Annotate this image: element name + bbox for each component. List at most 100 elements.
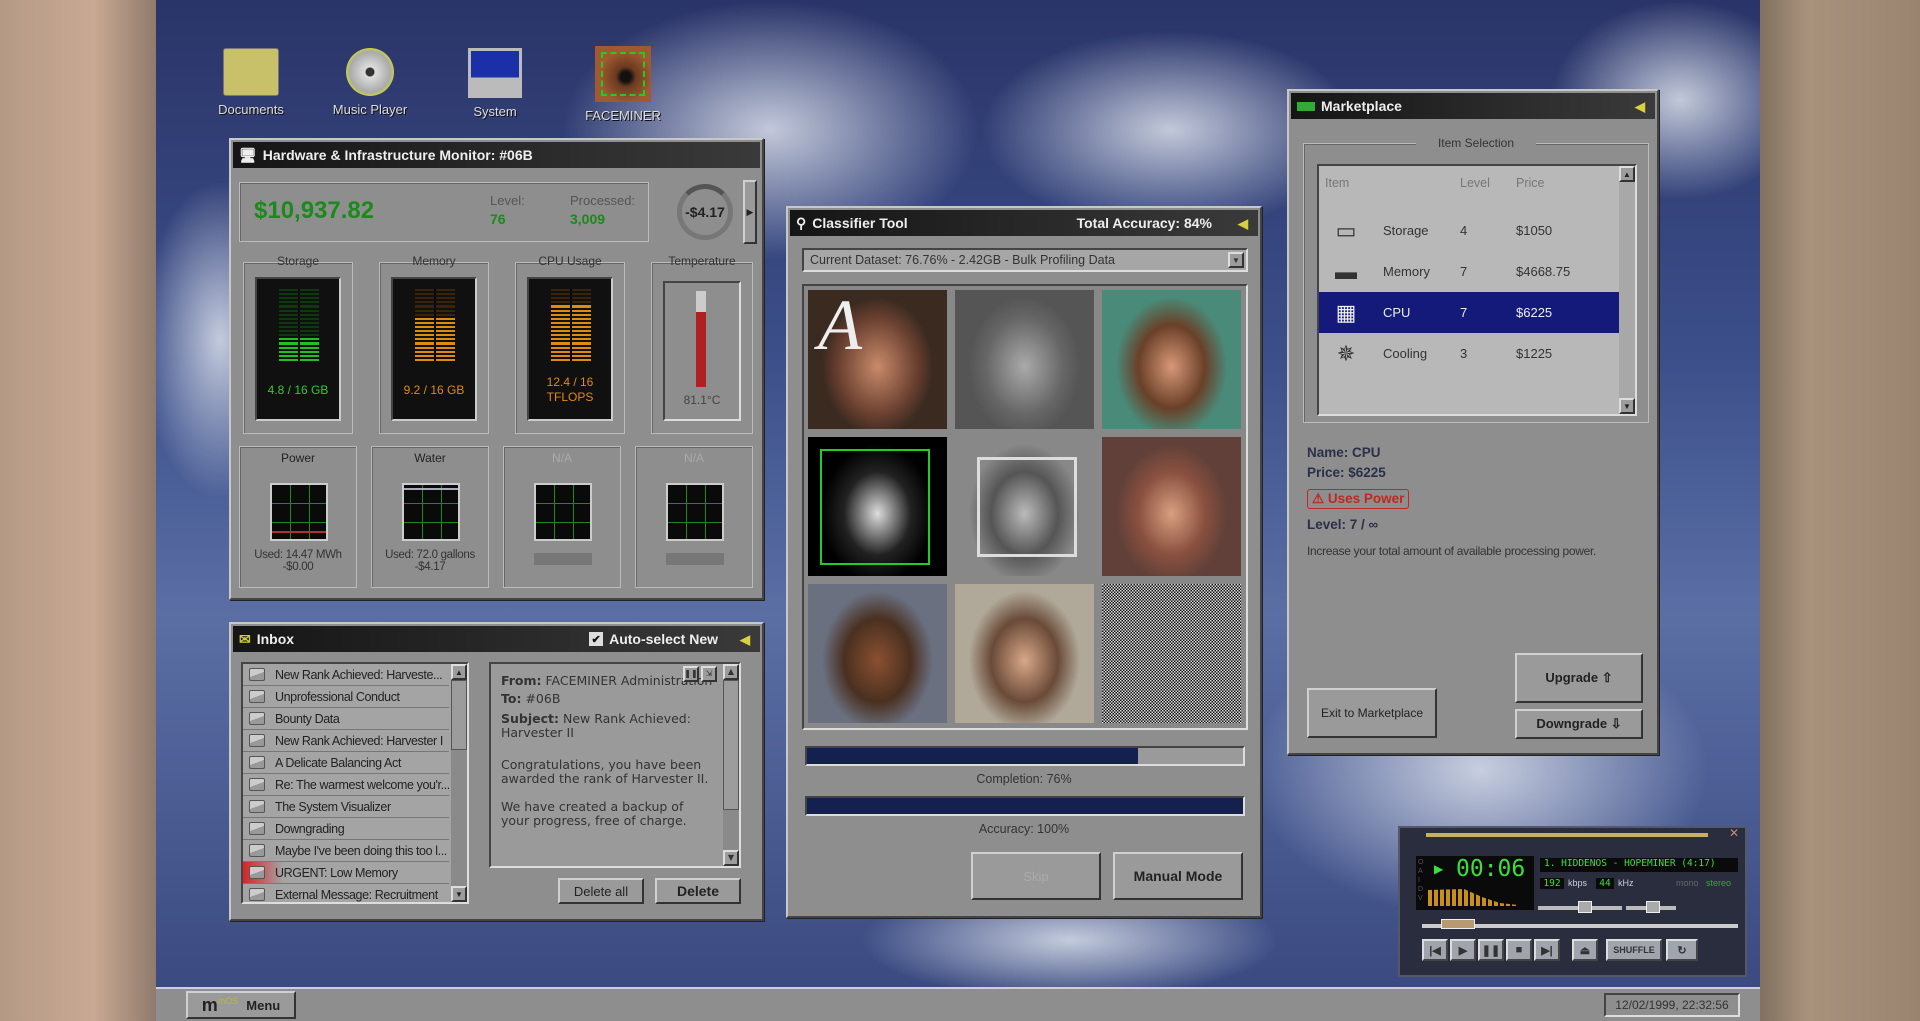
- bar-segment: [415, 350, 455, 353]
- face-image-tile[interactable]: [1102, 290, 1241, 429]
- scroll-up-button[interactable]: ▲: [451, 664, 467, 680]
- downgrade-button[interactable]: Downgrade ⇩: [1515, 709, 1643, 739]
- shuffle-button[interactable]: SHUFFLE: [1606, 939, 1662, 961]
- balance-slider[interactable]: [1626, 901, 1676, 913]
- power-usage: Used: 14.47 MWh -$0.00: [240, 549, 356, 573]
- play-button[interactable]: ▶: [1450, 939, 1476, 961]
- panel-label: Temperature: [668, 254, 736, 268]
- bar-segment: [279, 338, 319, 341]
- item-row-storage[interactable]: ▭ Storage 4 $1050: [1319, 210, 1619, 251]
- scroll-down-button[interactable]: ▼: [451, 886, 467, 902]
- desktop-icon-system[interactable]: System: [440, 48, 550, 119]
- start-menu-button[interactable]: mmOS Menu: [186, 991, 296, 1019]
- scroll-down-button[interactable]: ▼: [723, 850, 739, 866]
- monitor-icon: 🖥: [239, 146, 257, 163]
- expand-arrow-button[interactable]: ▶: [743, 180, 757, 244]
- sample-rate-label: kHz: [1618, 878, 1634, 888]
- title-bar[interactable]: ⚲ Classifier Tool Total Accuracy: 84% ◀: [790, 210, 1258, 236]
- item-row-memory[interactable]: ▬ Memory 7 $4668.75: [1319, 251, 1619, 292]
- mail-item[interactable]: Re: The warmest welcome you'r...: [243, 774, 449, 796]
- uses-power-badge: ⚠ Uses Power: [1307, 489, 1410, 509]
- face-image-tile[interactable]: [808, 437, 947, 576]
- scroll-thumb[interactable]: [723, 680, 739, 810]
- player-title-bar[interactable]: [1426, 833, 1708, 837]
- mail-item[interactable]: Bounty Data: [243, 708, 449, 730]
- bar-segment: [551, 293, 591, 296]
- item-scrollbar[interactable]: ▲ ▼: [1619, 166, 1635, 414]
- item-row-cooling[interactable]: ✵ Cooling 3 $1225: [1319, 333, 1619, 374]
- rate-gauge: -$4.17: [677, 184, 733, 240]
- message-list-scrollbar[interactable]: ▲ ▼: [451, 664, 467, 902]
- speaker-icon[interactable]: ◀: [1238, 216, 1252, 231]
- popout-icon[interactable]: ⇲: [701, 666, 717, 682]
- stats-panel: $10,937.82 Level: 76 Processed: 3,009: [239, 182, 649, 242]
- face-image-tile[interactable]: A: [808, 290, 947, 429]
- chevron-down-icon[interactable]: ▼: [1228, 252, 1244, 268]
- scroll-down-button[interactable]: ▼: [1619, 398, 1635, 414]
- face-image-tile[interactable]: [1102, 437, 1241, 576]
- speaker-icon[interactable]: ◀: [1635, 99, 1649, 114]
- mail-item[interactable]: External Message: Recruitment: [243, 884, 449, 902]
- face-image-tile[interactable]: [955, 437, 1094, 576]
- face-image-tile[interactable]: [955, 584, 1094, 723]
- auto-select-checkbox[interactable]: ✔: [589, 632, 604, 646]
- scroll-thumb[interactable]: [451, 680, 467, 750]
- reader-scrollbar[interactable]: ▲ ▼: [723, 664, 739, 866]
- eject-button[interactable]: ⏏: [1572, 939, 1598, 961]
- mail-item[interactable]: Maybe I've been doing this too l...: [243, 840, 449, 862]
- volume-slider[interactable]: [1538, 901, 1622, 913]
- item-row-cpu[interactable]: ▦ CPU 7 $6225: [1319, 292, 1619, 333]
- mail-item[interactable]: Unprofessional Conduct: [243, 686, 449, 708]
- mail-subject: Unprofessional Conduct: [275, 689, 400, 704]
- mail-item[interactable]: New Rank Achieved: Harvester I: [243, 730, 449, 752]
- speaker-icon[interactable]: ◀: [740, 632, 754, 647]
- mail-item[interactable]: A Delicate Balancing Act: [243, 752, 449, 774]
- seek-bar[interactable]: [1422, 919, 1738, 929]
- to-label: To:: [501, 691, 522, 706]
- face-image-tile[interactable]: [808, 584, 947, 723]
- scroll-up-button[interactable]: ▲: [1619, 166, 1635, 182]
- repeat-button[interactable]: ↻: [1666, 939, 1698, 961]
- manual-mode-button[interactable]: Manual Mode: [1113, 852, 1243, 900]
- exit-to-marketplace-button[interactable]: Exit to Marketplace: [1307, 688, 1437, 738]
- previous-button[interactable]: |◀: [1422, 939, 1448, 961]
- bar-segment: [279, 330, 319, 333]
- delete-button[interactable]: Delete: [655, 878, 741, 904]
- bar-segment: [415, 289, 455, 292]
- cpu-value-line: 12.4 / 16: [546, 375, 594, 389]
- skip-button[interactable]: Skip: [971, 852, 1101, 900]
- classifier-icon: ⚲: [796, 214, 807, 231]
- upgrade-button[interactable]: Upgrade ⇧: [1515, 653, 1643, 703]
- bar-segment: [415, 293, 455, 296]
- mail-item[interactable]: The System Visualizer: [243, 796, 449, 818]
- next-button[interactable]: ▶|: [1534, 939, 1560, 961]
- mail-item[interactable]: Downgrading: [243, 818, 449, 840]
- delete-all-button[interactable]: Delete all: [558, 878, 644, 904]
- dataset-dropdown[interactable]: Current Dataset: 76.76% - 2.42GB - Bulk …: [802, 248, 1248, 272]
- pause-button[interactable]: ❚❚: [1478, 939, 1504, 961]
- scroll-up-button[interactable]: ▲: [723, 664, 739, 680]
- hardware-monitor-window: 🖥 Hardware & Infrastructure Monitor: #06B…: [229, 138, 764, 600]
- water-cost: -$4.17: [414, 561, 446, 573]
- empty-bar: [534, 553, 592, 565]
- title-bar[interactable]: 🖥 Hardware & Infrastructure Monitor: #06B: [233, 142, 760, 168]
- stop-button[interactable]: ■: [1506, 939, 1532, 961]
- title-bar[interactable]: ✉ Inbox ✔ Auto-select New ◀: [233, 626, 760, 652]
- seek-thumb[interactable]: [1440, 919, 1475, 929]
- close-icon[interactable]: ✕: [1729, 826, 1739, 840]
- desktop-icon-music-player[interactable]: Music Player: [315, 48, 425, 117]
- desktop-icon-documents[interactable]: Documents: [196, 48, 306, 117]
- mail-item[interactable]: New Rank Achieved: Harveste...: [243, 664, 449, 686]
- eye-icon: [595, 46, 651, 102]
- temperature-value: 81.1°C: [683, 393, 721, 407]
- item-name: Memory: [1383, 264, 1430, 279]
- desktop-icon-faceminer[interactable]: FACEMINER: [568, 46, 678, 123]
- noise-image-tile[interactable]: [1102, 584, 1241, 723]
- mail-item[interactable]: URGENT: Low Memory: [243, 862, 449, 884]
- face-image-tile[interactable]: [955, 290, 1094, 429]
- pause-icon[interactable]: ❚❚: [683, 666, 699, 682]
- title-bar[interactable]: Marketplace ◀: [1291, 93, 1655, 119]
- sample-rate: 44: [1596, 878, 1614, 889]
- water-used: Used: 72.0 gallons: [385, 549, 475, 561]
- auto-select-label[interactable]: Auto-select New: [609, 631, 718, 647]
